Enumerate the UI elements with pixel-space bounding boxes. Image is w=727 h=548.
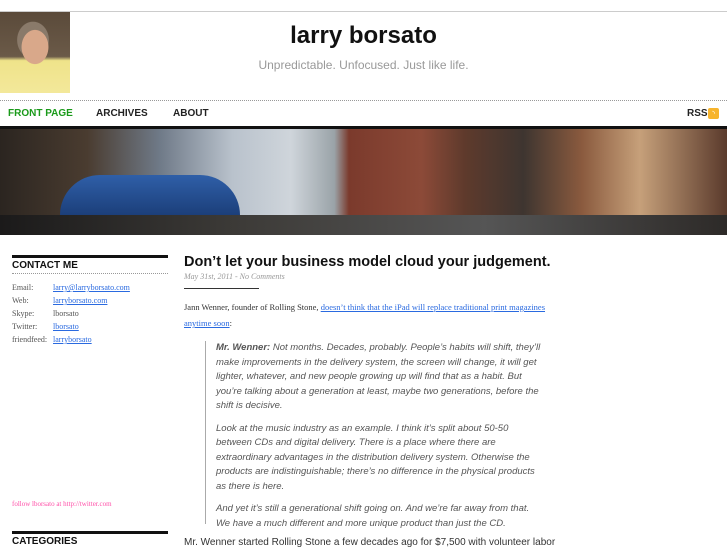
contact-heading: CONTACT ME — [12, 260, 78, 271]
top-border — [0, 11, 727, 12]
banner-street — [0, 215, 727, 235]
blockquote: Mr. Wenner: Not months. Decades, probabl… — [205, 341, 545, 529]
contact-twitter-link[interactable]: lborsato — [53, 322, 79, 331]
contact-email-link[interactable]: larry@larryborsato.com — [53, 283, 130, 292]
post-paragraph: Mr. Wenner started Rolling Stone a few d… — [184, 537, 556, 548]
contact-label: friendfeed: — [12, 335, 48, 344]
quote-speaker: Mr. Wenner: — [216, 342, 271, 353]
contact-label: Twitter: — [12, 322, 38, 331]
nav-about[interactable]: ABOUT — [173, 108, 209, 119]
site-tagline: Unpredictable. Unfocused. Just like life… — [258, 58, 469, 72]
quote-para: And yet it’s still a generational shift … — [216, 503, 530, 529]
nav-rss[interactable]: RSS — [687, 108, 708, 119]
sidebar-rule — [12, 255, 168, 258]
nav-archives[interactable]: ARCHIVES — [96, 108, 148, 119]
contact-web-link[interactable]: larryborsato.com — [53, 296, 107, 305]
meta-rule — [184, 288, 259, 289]
twitter-follow-link[interactable]: follow lborsato at http://twitter.com — [12, 500, 112, 508]
contact-label: Email: — [12, 283, 34, 292]
post-title[interactable]: Don’t let your business model cloud your… — [184, 254, 551, 270]
contact-label: Skype: — [12, 309, 35, 318]
divider — [0, 100, 727, 101]
nav-front-page[interactable]: FRONT PAGE — [8, 108, 73, 119]
contact-label: Web: — [12, 296, 29, 305]
quote-para: Look at the music industry as an example… — [216, 422, 535, 492]
contact-skype-value: lborsato — [53, 309, 79, 318]
intro-end: : — [229, 318, 232, 328]
contact-friendfeed-link[interactable]: larryborsato — [53, 335, 92, 344]
post-intro: Jann Wenner, founder of Rolling Stone, d… — [184, 299, 564, 331]
intro-text: Jann Wenner, founder of Rolling Stone, — [184, 302, 321, 312]
site-title[interactable]: larry borsato — [0, 22, 727, 50]
rss-icon[interactable]: ◝ — [708, 108, 719, 119]
sidebar-dots — [12, 273, 168, 274]
sidebar-rule — [12, 531, 168, 534]
post-meta: May 31st, 2011 - No Comments — [184, 272, 285, 281]
banner-awning — [60, 175, 240, 215]
categories-heading: CATEGORIES — [12, 536, 78, 547]
